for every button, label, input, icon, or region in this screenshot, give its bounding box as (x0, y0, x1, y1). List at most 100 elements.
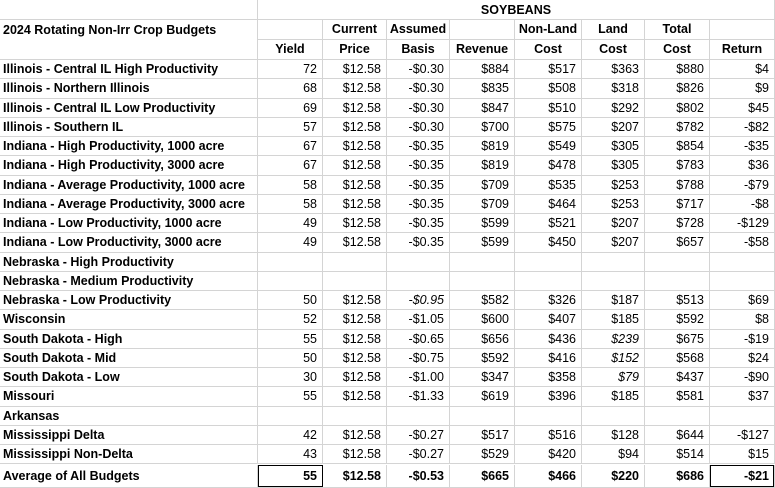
cell-yield[interactable]: 55 (258, 329, 323, 349)
cell-basis[interactable]: -$0.35 (387, 137, 450, 157)
cell-return[interactable]: -$129 (710, 214, 775, 234)
cell-basis[interactable]: -$0.35 (387, 156, 450, 176)
cell-yield[interactable]: 52 (258, 310, 323, 330)
cell-price[interactable] (323, 271, 387, 291)
cell-price[interactable]: $12.58 (323, 194, 387, 214)
cell-yield[interactable]: 49 (258, 214, 323, 234)
cell-total-cost[interactable]: $437 (645, 368, 710, 388)
cell-nonland-cost[interactable]: $450 (515, 233, 582, 253)
cell-revenue[interactable] (450, 252, 515, 272)
cell-basis[interactable] (387, 252, 450, 272)
cell-yield[interactable] (258, 271, 323, 291)
cell-return[interactable]: $8 (710, 310, 775, 330)
cell-land-cost[interactable] (582, 271, 645, 291)
cell-land-cost[interactable]: $94 (582, 445, 645, 465)
row-label[interactable]: Wisconsin (0, 310, 258, 330)
cell-revenue[interactable] (450, 406, 515, 426)
cell-return[interactable] (710, 252, 775, 272)
cell-total-cost[interactable]: $783 (645, 156, 710, 176)
average-row-label[interactable]: Average of All Budgets (0, 465, 258, 488)
row-label[interactable]: Indiana - High Productivity, 1000 acre (0, 137, 258, 157)
cell-return[interactable]: -$127 (710, 425, 775, 445)
cell-nonland-cost[interactable] (515, 271, 582, 291)
cell-price[interactable]: $12.58 (323, 425, 387, 445)
cell-price[interactable]: $12.58 (323, 387, 387, 407)
cell-return[interactable]: -$35 (710, 137, 775, 157)
cell-revenue[interactable]: $600 (450, 310, 515, 330)
cell-price[interactable]: $12.58 (323, 291, 387, 311)
cell-total-cost[interactable]: $568 (645, 348, 710, 368)
cell-price[interactable]: $12.58 (323, 233, 387, 253)
cell-revenue[interactable]: $700 (450, 117, 515, 137)
cell-revenue[interactable]: $347 (450, 368, 515, 388)
cell-land-cost[interactable]: $152 (582, 348, 645, 368)
average-land-cost[interactable]: $220 (582, 465, 645, 488)
cell-nonland-cost[interactable]: $396 (515, 387, 582, 407)
average-price[interactable]: $12.58 (323, 465, 387, 488)
cell-basis[interactable]: -$0.75 (387, 348, 450, 368)
cell-total-cost[interactable]: $644 (645, 425, 710, 445)
cell-nonland-cost[interactable]: $575 (515, 117, 582, 137)
row-label[interactable]: Indiana - Low Productivity, 3000 acre (0, 233, 258, 253)
average-total-cost[interactable]: $686 (645, 465, 710, 488)
cell-basis[interactable]: -$0.27 (387, 445, 450, 465)
cell-basis[interactable]: -$0.95 (387, 291, 450, 311)
cell-price[interactable]: $12.58 (323, 156, 387, 176)
cell-land-cost[interactable]: $253 (582, 194, 645, 214)
cell-land-cost[interactable]: $305 (582, 137, 645, 157)
cell-revenue[interactable]: $847 (450, 98, 515, 118)
average-yield[interactable]: 55 (258, 465, 323, 488)
average-nonland-cost[interactable]: $466 (515, 465, 582, 488)
cell-revenue[interactable]: $884 (450, 60, 515, 80)
cell-land-cost[interactable]: $207 (582, 214, 645, 234)
cell-return[interactable]: $45 (710, 98, 775, 118)
cell-total-cost[interactable]: $728 (645, 214, 710, 234)
cell-land-cost[interactable]: $185 (582, 310, 645, 330)
cell-total-cost[interactable]: $826 (645, 79, 710, 99)
row-label[interactable]: Illinois - Northern Illinois (0, 79, 258, 99)
cell-price[interactable]: $12.58 (323, 60, 387, 80)
cell-total-cost[interactable]: $717 (645, 194, 710, 214)
cell-yield[interactable]: 42 (258, 425, 323, 445)
row-label[interactable]: Illinois - Central IL Low Productivity (0, 98, 258, 118)
cell-return[interactable]: -$79 (710, 175, 775, 195)
cell-basis[interactable]: -$1.00 (387, 368, 450, 388)
cell-land-cost[interactable]: $187 (582, 291, 645, 311)
cell-basis[interactable] (387, 406, 450, 426)
cell-nonland-cost[interactable]: $436 (515, 329, 582, 349)
average-basis[interactable]: -$0.53 (387, 465, 450, 488)
cell-return[interactable]: $24 (710, 348, 775, 368)
row-label[interactable]: Indiana - Average Productivity, 3000 acr… (0, 194, 258, 214)
cell-return[interactable] (710, 406, 775, 426)
cell-land-cost[interactable]: $79 (582, 368, 645, 388)
cell-total-cost[interactable]: $880 (645, 60, 710, 80)
cell-yield[interactable]: 43 (258, 445, 323, 465)
cell-basis[interactable]: -$0.30 (387, 79, 450, 99)
cell-nonland-cost[interactable]: $521 (515, 214, 582, 234)
cell-yield[interactable]: 49 (258, 233, 323, 253)
cell-nonland-cost[interactable]: $510 (515, 98, 582, 118)
row-label[interactable]: South Dakota - Low (0, 368, 258, 388)
cell-land-cost[interactable] (582, 406, 645, 426)
cell-total-cost[interactable] (645, 271, 710, 291)
cell-yield[interactable]: 55 (258, 387, 323, 407)
cell-return[interactable]: $9 (710, 79, 775, 99)
cell-yield[interactable]: 67 (258, 137, 323, 157)
cell-basis[interactable]: -$0.35 (387, 214, 450, 234)
cell-total-cost[interactable]: $854 (645, 137, 710, 157)
cell-yield[interactable] (258, 252, 323, 272)
row-label[interactable]: Illinois - Central IL High Productivity (0, 60, 258, 80)
cell-basis[interactable]: -$0.65 (387, 329, 450, 349)
cell-basis[interactable]: -$0.35 (387, 233, 450, 253)
cell-nonland-cost[interactable]: $407 (515, 310, 582, 330)
cell-land-cost[interactable] (582, 252, 645, 272)
cell-price[interactable]: $12.58 (323, 98, 387, 118)
cell-yield[interactable]: 68 (258, 79, 323, 99)
cell-return[interactable]: $69 (710, 291, 775, 311)
cell-nonland-cost[interactable] (515, 252, 582, 272)
row-label[interactable]: Nebraska - Low Productivity (0, 291, 258, 311)
cell-price[interactable]: $12.58 (323, 348, 387, 368)
cell-price[interactable]: $12.58 (323, 175, 387, 195)
cell-nonland-cost[interactable]: $420 (515, 445, 582, 465)
cell-nonland-cost[interactable]: $326 (515, 291, 582, 311)
